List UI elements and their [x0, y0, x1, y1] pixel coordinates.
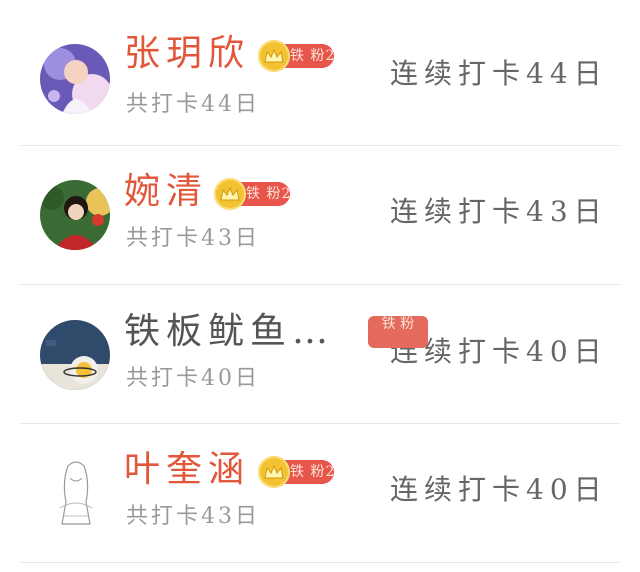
crown-icon	[214, 178, 246, 210]
checkin-ranking-list: 张玥欣 铁 粉2 共打卡44日 连续打卡44日 婉清 铁 粉2 共打卡43日 连…	[0, 0, 640, 572]
fan-badge: 铁 粉2	[258, 40, 334, 72]
fan-badge: 铁 粉2	[258, 456, 334, 488]
total-checkin-text: 共打卡43日	[126, 504, 260, 529]
streak-text: 连续打卡43日	[390, 195, 608, 228]
streak-text: 连续打卡44日	[390, 57, 608, 90]
fan-badge: 铁 粉2	[214, 178, 290, 210]
list-item[interactable]: 张玥欣 铁 粉2 共打卡44日 连续打卡44日	[0, 6, 640, 146]
avatar[interactable]	[40, 44, 110, 114]
divider	[20, 284, 620, 285]
divider	[20, 562, 620, 563]
fan-badge-label: 铁 粉	[368, 316, 428, 348]
avatar[interactable]	[40, 180, 110, 250]
user-name: 张玥欣	[124, 33, 251, 74]
list-item[interactable]: 婉清 铁 粉2 共打卡43日 连续打卡43日	[0, 146, 640, 286]
streak-text: 连续打卡40日	[390, 473, 608, 506]
avatar[interactable]	[40, 320, 110, 390]
total-checkin-text: 共打卡44日	[126, 92, 260, 117]
user-name: 铁板鱿鱼…	[124, 311, 335, 352]
crown-icon	[258, 40, 290, 72]
crown-icon	[258, 456, 290, 488]
avatar[interactable]	[46, 458, 106, 528]
user-name: 叶奎涵	[124, 449, 251, 490]
user-name: 婉清	[124, 171, 209, 212]
list-item[interactable]: 叶奎涵 铁 粉2 共打卡43日 连续打卡40日	[0, 424, 640, 564]
total-checkin-text: 共打卡43日	[126, 226, 260, 251]
total-checkin-text: 共打卡40日	[126, 366, 260, 391]
list-item[interactable]: 铁板鱿鱼… 共打卡40日 连续打卡40日	[0, 286, 640, 426]
